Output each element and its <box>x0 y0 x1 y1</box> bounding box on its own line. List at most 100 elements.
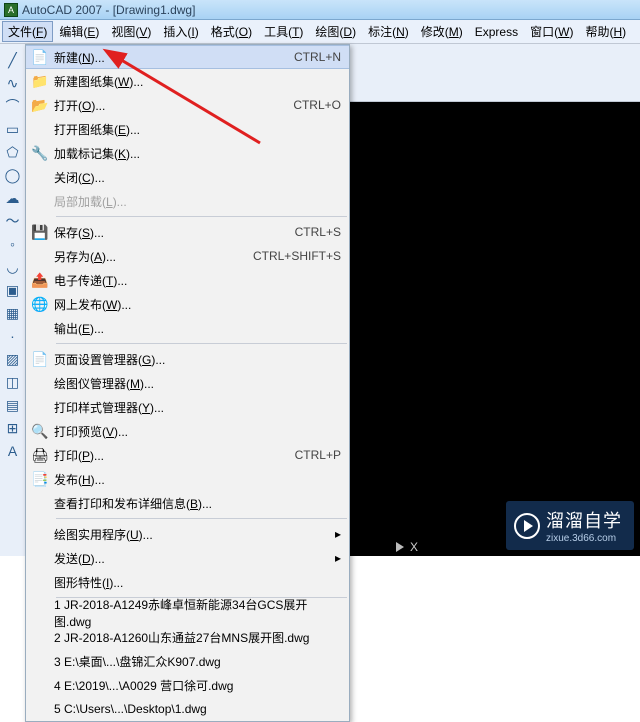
menu-item-label: 新建图纸集(W)... <box>54 73 341 90</box>
menu-item-new[interactable]: 📄新建(N)...CTRL+N <box>26 45 349 69</box>
publish-icon: 📑 <box>26 471 54 488</box>
gradient-tool[interactable]: ◫ <box>2 371 24 393</box>
arc-tool[interactable]: ⌒ <box>2 95 24 117</box>
window-title: AutoCAD 2007 - [Drawing1.dwg] <box>22 3 195 17</box>
menu-M[interactable]: 修改(M) <box>415 21 469 42</box>
menu-V[interactable]: 视图(V) <box>105 21 157 42</box>
menu-item-etrans[interactable]: 📤电子传递(T)... <box>26 268 349 292</box>
table-tool[interactable]: ⊞ <box>2 417 24 439</box>
menu-item-label: 加载标记集(K)... <box>54 145 341 162</box>
menu-H[interactable]: 帮助(H) <box>579 21 632 42</box>
region-tool[interactable]: ▤ <box>2 394 24 416</box>
circle-tool[interactable]: ◯ <box>2 164 24 186</box>
menu-item-label: 5 C:\Users\...\Desktop\1.dwg <box>54 702 341 716</box>
revcloud-tool[interactable]: ☁ <box>2 187 24 209</box>
menu-item-export[interactable]: 输出(E)... <box>26 316 349 340</box>
menu-item-r2[interactable]: 2 JR-2018-A1260山东通益27台MNS展开图.dwg <box>26 625 349 649</box>
rectangle-tool[interactable]: ▭ <box>2 118 24 140</box>
menu-item-label: 打开图纸集(E)... <box>54 121 341 138</box>
menu-item-psetup[interactable]: 📄页面设置管理器(G)... <box>26 347 349 371</box>
menu-separator <box>56 216 347 217</box>
menu-item-pubdetail[interactable]: 查看打印和发布详细信息(B)... <box>26 491 349 515</box>
preview-icon: 🔍 <box>26 423 54 440</box>
menu-item-shortcut: CTRL+O <box>293 98 341 112</box>
menu-item-r5[interactable]: 5 C:\Users\...\Desktop\1.dwg <box>26 697 349 721</box>
etrans-icon: 📤 <box>26 272 54 289</box>
menu-item-r4[interactable]: 4 E:\2019\...\A0029 营口徐可.dwg <box>26 673 349 697</box>
menu-item-props[interactable]: 图形特性(I)... <box>26 570 349 594</box>
text-tool[interactable]: A <box>2 440 24 462</box>
menu-item-save[interactable]: 💾保存(S)...CTRL+S <box>26 220 349 244</box>
file-menu-dropdown: 📄新建(N)...CTRL+N📁新建图纸集(W)...📂打开(O)...CTRL… <box>25 44 350 722</box>
point-tool[interactable]: · <box>2 325 24 347</box>
menu-item-r3[interactable]: 3 E:\桌面\...\盘锦汇众K907.dwg <box>26 649 349 673</box>
menu-Express[interactable]: Express <box>469 23 524 41</box>
menu-item-label: 页面设置管理器(G)... <box>54 351 341 368</box>
menu-W[interactable]: 窗口(W) <box>524 21 579 42</box>
menu-separator <box>56 343 347 344</box>
menu-item-label: 输出(E)... <box>54 320 341 337</box>
submenu-arrow-icon: ▸ <box>335 527 341 541</box>
webpub-icon: 🌐 <box>26 296 54 313</box>
menu-item-label: 3 E:\桌面\...\盘锦汇众K907.dwg <box>54 653 341 670</box>
menu-item-label: 保存(S)... <box>54 224 295 241</box>
menu-I[interactable]: 插入(I) <box>157 21 204 42</box>
menu-separator <box>56 518 347 519</box>
menu-item-label: 绘图实用程序(U)... <box>54 526 329 543</box>
app-icon: A <box>4 3 18 17</box>
hatch-tool[interactable]: ▨ <box>2 348 24 370</box>
menu-item-newss[interactable]: 📁新建图纸集(W)... <box>26 69 349 93</box>
new-icon: 📄 <box>26 49 54 66</box>
menu-item-label: 1 JR-2018-A1249赤峰卓恒新能源34台GCS展开图.dwg <box>54 596 341 630</box>
menu-item-send[interactable]: 发送(D)... ▸ <box>26 546 349 570</box>
play-icon <box>514 513 540 539</box>
menu-item-loadmk[interactable]: 🔧加载标记集(K)... <box>26 141 349 165</box>
menu-item-label: 2 JR-2018-A1260山东通益27台MNS展开图.dwg <box>54 629 341 646</box>
ellipse-tool[interactable]: ◦ <box>2 233 24 255</box>
psetup-icon: 📄 <box>26 351 54 368</box>
menu-T[interactable]: 工具(T) <box>258 21 309 42</box>
menu-item-close[interactable]: 关闭(C)... <box>26 165 349 189</box>
block-tool[interactable]: ▣ <box>2 279 24 301</box>
menu-item-pstyle[interactable]: 打印样式管理器(Y)... <box>26 395 349 419</box>
makeblock-tool[interactable]: ▦ <box>2 302 24 324</box>
menu-item-shortcut: CTRL+P <box>295 448 341 462</box>
menu-item-shortcut: CTRL+N <box>294 50 341 64</box>
menu-item-label: 4 E:\2019\...\A0029 营口徐可.dwg <box>54 677 341 694</box>
menu-item-plotmgr[interactable]: 绘图仪管理器(M)... <box>26 371 349 395</box>
menu-D[interactable]: 绘图(D) <box>309 21 362 42</box>
ucs-indicator: X <box>396 540 418 554</box>
menu-item-label: 打印(P)... <box>54 447 295 464</box>
menu-N[interactable]: 标注(N) <box>362 21 415 42</box>
watermark-text: 溜溜自学 <box>546 511 622 531</box>
menu-item-open[interactable]: 📂打开(O)...CTRL+O <box>26 93 349 117</box>
menu-item-label: 新建(N)... <box>54 49 294 66</box>
menu-item-r1[interactable]: 1 JR-2018-A1249赤峰卓恒新能源34台GCS展开图.dwg <box>26 601 349 625</box>
menu-item-openss[interactable]: 打开图纸集(E)... <box>26 117 349 141</box>
menu-item-preview[interactable]: 🔍打印预览(V)... <box>26 419 349 443</box>
left-toolbar: ╱ ∿ ⌒ ▭ ⬠ ◯ ☁ ～ ◦ ◡ ▣ ▦ · ▨ ◫ ▤ ⊞ A <box>0 44 26 556</box>
menu-item-saveas[interactable]: 另存为(A)...CTRL+SHIFT+S <box>26 244 349 268</box>
menu-item-plot[interactable]: 🖨打印(P)...CTRL+P <box>26 443 349 467</box>
menu-item-shortcut: CTRL+S <box>295 225 341 239</box>
polyline-tool[interactable]: ∿ <box>2 72 24 94</box>
ellipsearc-tool[interactable]: ◡ <box>2 256 24 278</box>
save-icon: 💾 <box>26 224 54 241</box>
menu-item-label: 打开(O)... <box>54 97 293 114</box>
menu-item-publish[interactable]: 📑发布(H)... <box>26 467 349 491</box>
submenu-arrow-icon: ▸ <box>335 551 341 565</box>
menu-item-label: 图形特性(I)... <box>54 574 341 591</box>
menu-item-pclose: 局部加载(L)... <box>26 189 349 213</box>
spline-tool[interactable]: ～ <box>2 210 24 232</box>
polygon-tool[interactable]: ⬠ <box>2 141 24 163</box>
line-tool[interactable]: ╱ <box>2 49 24 71</box>
menu-E[interactable]: 编辑(E) <box>53 21 105 42</box>
menu-item-label: 绘图仪管理器(M)... <box>54 375 341 392</box>
menu-F[interactable]: 文件(F) <box>2 21 53 42</box>
menu-item-webpub[interactable]: 🌐网上发布(W)... <box>26 292 349 316</box>
menu-item-label: 查看打印和发布详细信息(B)... <box>54 495 341 512</box>
menu-item-label: 发送(D)... <box>54 550 329 567</box>
menu-item-shortcut: CTRL+SHIFT+S <box>253 249 341 263</box>
menu-O[interactable]: 格式(O) <box>205 21 258 42</box>
menu-item-drawutil[interactable]: 绘图实用程序(U)... ▸ <box>26 522 349 546</box>
